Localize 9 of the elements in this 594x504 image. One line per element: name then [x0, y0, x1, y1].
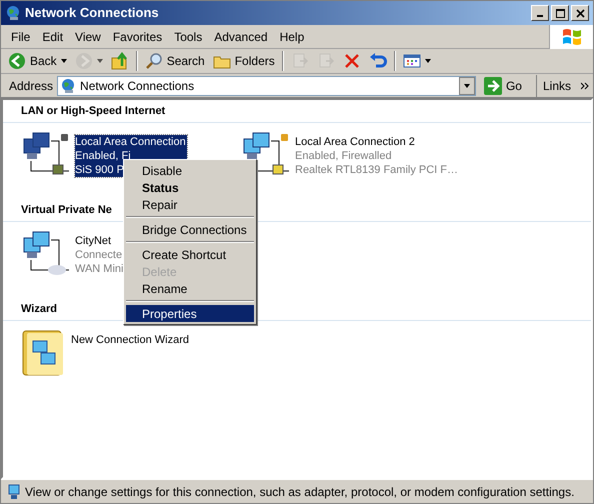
group-heading: Wizard: [21, 303, 57, 315]
item-label: New Connection Wizard: [71, 332, 189, 346]
item-label: CityNet Connecte WAN Mini: [75, 234, 124, 276]
status-text: View or change settings for this connection, such as adapter, protocol, or modem configuration settings.: [25, 484, 574, 500]
group-heading: LAN or High-Speed Internet: [21, 105, 166, 117]
group-heading: Virtual Private Ne: [21, 204, 112, 216]
window-title: Network Connections: [25, 4, 159, 22]
item-label: Local Area Connection 2 Enabled, Firewalled Realtek RTL8139 Family PCI F…: [295, 134, 458, 176]
address-label: Address: [9, 78, 54, 94]
